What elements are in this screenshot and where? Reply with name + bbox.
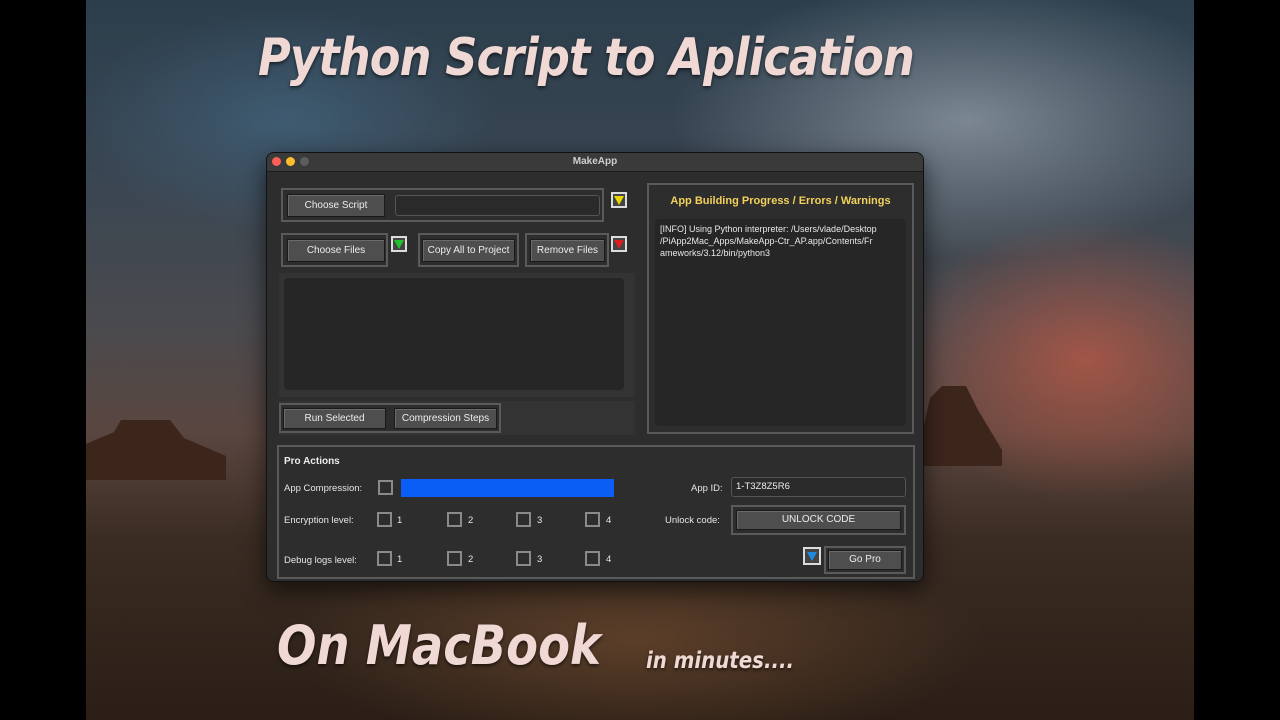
log-line: [INFO] Using Python interpreter: /Users/… [660,224,877,234]
debug-level-1-checkbox[interactable] [377,551,392,566]
blue-triangle-icon [807,551,817,561]
log-line: ameworks/3.12/bin/python3 [660,248,771,258]
compression-steps-label: Compression Steps [401,413,490,424]
mesa-right [922,386,1002,466]
overlay-title-top: Python Script to Aplication [258,28,915,88]
run-selected-label: Run Selected [304,413,365,424]
makeapp-window: MakeApp Choose Script Choose Files Copy … [266,152,924,582]
log-output[interactable]: [INFO] Using Python interpreter: /Users/… [655,219,906,426]
unlock-code-label: Unlock code: [665,515,720,526]
encryption-level-1-label: 1 [397,515,403,526]
log-line: /PiApp2Mac_Apps/MakeApp-Ctr_AP.app/Conte… [660,236,873,246]
window-titlebar[interactable]: MakeApp [267,153,923,172]
remove-files-button[interactable]: Remove Files [530,239,605,262]
app-id-label: App ID: [691,483,723,494]
run-selected-button[interactable]: Run Selected [283,408,386,429]
encryption-level-3-checkbox[interactable] [516,512,531,527]
encryption-level-1-checkbox[interactable] [377,512,392,527]
script-path-field[interactable] [395,195,600,216]
log-panel-title: App Building Progress / Errors / Warning… [670,195,891,207]
debug-level-2-checkbox[interactable] [447,551,462,566]
choose-files-button[interactable]: Choose Files [287,239,385,262]
choose-script-label: Choose Script [304,200,368,211]
copy-all-label: Copy All to Project [427,245,510,256]
yellow-triangle-icon [614,195,624,205]
unlock-code-label-text: UNLOCK CODE [781,514,856,525]
app-id-value: 1-T3Z8Z5R6 [736,481,790,492]
debug-logs-label: Debug logs level: [284,555,357,566]
green-triangle-icon [394,239,404,249]
go-pro-toggle[interactable] [803,547,821,565]
remove-files-toggle[interactable] [611,236,627,252]
compression-steps-button[interactable]: Compression Steps [394,408,497,429]
encryption-level-2-label: 2 [468,515,474,526]
overlay-title-bottom: On MacBook [277,614,601,677]
pro-actions-title: Pro Actions [284,456,340,467]
red-triangle-icon [614,239,624,249]
unlock-code-button[interactable]: UNLOCK CODE [736,510,901,530]
app-id-field[interactable]: 1-T3Z8Z5R6 [731,477,906,497]
debug-level-1-label: 1 [397,554,403,565]
app-compression-checkbox[interactable] [378,480,393,495]
go-pro-button[interactable]: Go Pro [828,550,902,570]
encryption-level-3-label: 3 [537,515,543,526]
go-pro-label: Go Pro [849,554,881,565]
encryption-level-4-checkbox[interactable] [585,512,600,527]
copy-all-button[interactable]: Copy All to Project [422,239,515,262]
debug-level-2-label: 2 [468,554,474,565]
app-compression-label: App Compression: [284,483,363,494]
files-list[interactable] [284,278,624,390]
encryption-level-4-label: 4 [606,515,612,526]
choose-files-label: Choose Files [306,245,366,256]
encryption-level-label: Encryption level: [284,515,354,526]
debug-level-4-checkbox[interactable] [585,551,600,566]
choose-script-button[interactable]: Choose Script [287,194,385,217]
debug-level-3-label: 3 [537,554,543,565]
debug-level-4-label: 4 [606,554,612,565]
compression-progress-bar [401,479,614,497]
script-dropdown-button[interactable] [611,192,627,208]
window-title: MakeApp [572,156,618,167]
encryption-level-2-checkbox[interactable] [447,512,462,527]
debug-level-3-checkbox[interactable] [516,551,531,566]
mesa-left [86,420,226,480]
files-list-box[interactable] [279,273,635,397]
overlay-title-small: in minutes.... [646,648,795,674]
add-files-button[interactable] [391,236,407,252]
remove-files-label: Remove Files [536,245,599,256]
